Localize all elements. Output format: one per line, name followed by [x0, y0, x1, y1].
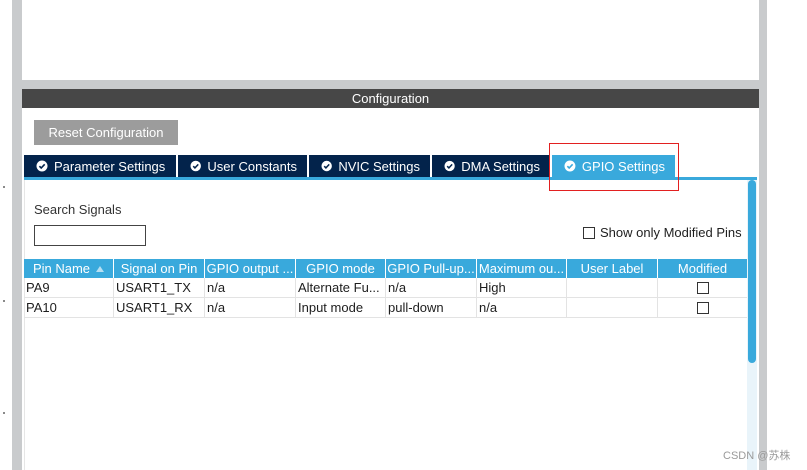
cell-user-label[interactable]: [567, 278, 658, 297]
column-header-modified[interactable]: Modified: [658, 259, 748, 278]
cell-signal: USART1_RX: [114, 298, 205, 317]
configuration-header: Configuration: [22, 89, 759, 108]
column-header-label: GPIO output ...: [206, 261, 294, 276]
show-modified-label: Show only Modified Pins: [600, 225, 742, 240]
cell-modified: [658, 278, 748, 297]
column-header-label: GPIO mode: [306, 261, 375, 276]
frame-dot: [3, 300, 5, 302]
cell-gpio-output: n/a: [205, 298, 296, 317]
cell-gpio-mode: Input mode: [296, 298, 386, 317]
column-header-gpio-output[interactable]: GPIO output ...: [205, 259, 296, 278]
cell-user-label[interactable]: [567, 298, 658, 317]
check-circle-icon: [444, 160, 455, 172]
left-frame-border: [12, 0, 22, 470]
column-header-label: Signal on Pin: [120, 261, 198, 276]
search-signals-input[interactable]: [34, 225, 146, 246]
cell-signal: USART1_TX: [114, 278, 205, 297]
top-panel: [22, 0, 759, 80]
panel-divider[interactable]: [22, 80, 759, 89]
tab-label: Parameter Settings: [54, 158, 166, 174]
reset-configuration-button[interactable]: Reset Configuration: [34, 120, 178, 145]
cell-modified: [658, 298, 748, 317]
column-header-label: Pin Name: [32, 261, 91, 276]
watermark-text: CSDN @苏株: [723, 450, 791, 462]
table-row[interactable]: PA10 USART1_RX n/a Input mode pull-down …: [24, 298, 748, 318]
check-circle-icon: [190, 160, 201, 172]
tab-dma-settings[interactable]: DMA Settings: [432, 155, 550, 177]
cell-pin-name: PA9: [24, 278, 114, 297]
cell-pin-name: PA10: [24, 298, 114, 317]
cell-gpio-mode: Alternate Fu...: [296, 278, 386, 297]
modified-checkbox[interactable]: [696, 281, 709, 294]
cell-max-speed: n/a: [477, 298, 567, 317]
tab-user-constants[interactable]: User Constants: [178, 155, 307, 177]
table-row[interactable]: PA9 USART1_TX n/a Alternate Fu... n/a Hi…: [24, 278, 748, 298]
right-frame-border: [759, 0, 767, 470]
configuration-title: Configuration: [351, 91, 430, 106]
column-header-label: Maximum ou...: [478, 261, 565, 276]
column-header-label: GPIO Pull-up...: [387, 261, 475, 276]
sort-ascending-icon[interactable]: [96, 265, 105, 272]
column-header-gpio-pull[interactable]: GPIO Pull-up...: [386, 259, 477, 278]
check-circle-icon: [321, 160, 332, 172]
frame-dot: [3, 412, 5, 414]
modified-checkbox[interactable]: [696, 301, 709, 314]
reset-configuration-label: Reset Configuration: [48, 125, 164, 140]
cell-gpio-pull: pull-down: [386, 298, 477, 317]
cell-gpio-pull: n/a: [386, 278, 477, 297]
column-header-label: User Label: [580, 261, 644, 276]
vertical-scrollbar-thumb[interactable]: [748, 180, 756, 363]
check-circle-icon: [36, 160, 48, 172]
column-header-user-label[interactable]: User Label: [567, 259, 658, 278]
column-header-signal[interactable]: Signal on Pin: [114, 259, 205, 278]
show-modified-checkbox[interactable]: [583, 226, 595, 239]
gpio-pin-table: Pin Name Signal on Pin GPIO output ... G…: [24, 259, 748, 318]
search-signals-label: Search Signals: [34, 202, 122, 217]
tab-nvic-settings[interactable]: NVIC Settings: [309, 155, 430, 177]
tab-label: DMA Settings: [461, 158, 540, 174]
column-header-max-speed[interactable]: Maximum ou...: [477, 259, 567, 278]
column-header-label: Modified: [677, 261, 728, 276]
gpio-settings-panel: [24, 180, 757, 470]
cell-max-speed: High: [477, 278, 567, 297]
column-header-gpio-mode[interactable]: GPIO mode: [296, 259, 386, 278]
frame-dot: [3, 186, 5, 188]
show-modified-pins-toggle[interactable]: Show only Modified Pins: [583, 225, 742, 240]
tab-parameter-settings[interactable]: Parameter Settings: [24, 155, 176, 177]
cell-gpio-output: n/a: [205, 278, 296, 297]
tab-label: User Constants: [207, 158, 297, 174]
tab-label: NVIC Settings: [338, 158, 420, 174]
column-header-pin-name[interactable]: Pin Name: [24, 259, 114, 278]
table-header-row: Pin Name Signal on Pin GPIO output ... G…: [24, 259, 748, 278]
